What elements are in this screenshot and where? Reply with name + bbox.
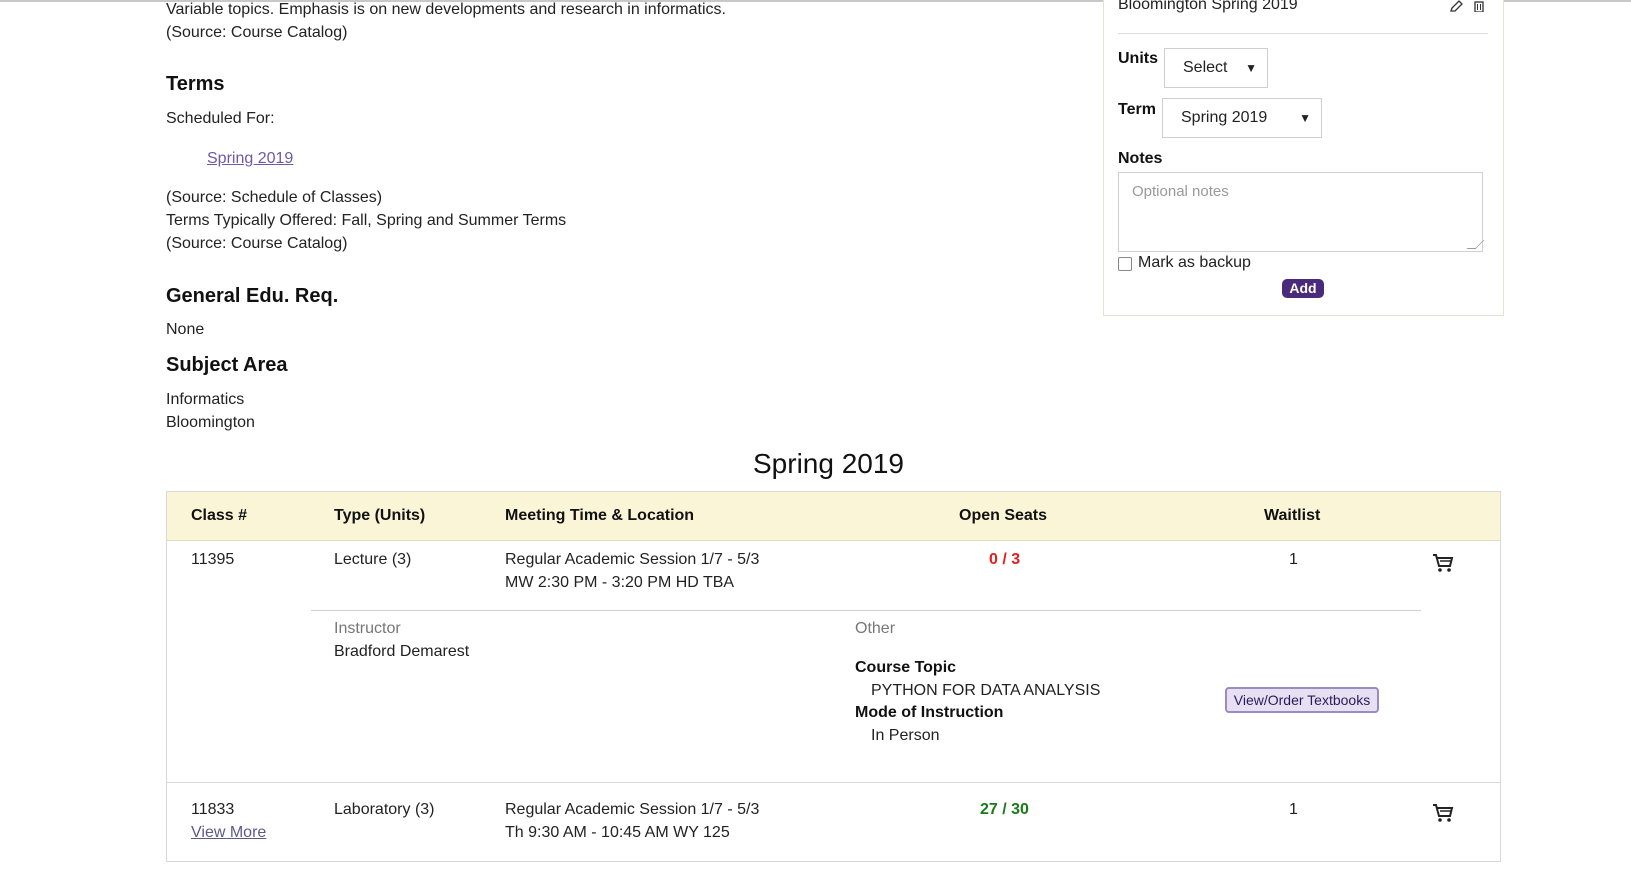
meeting-session: Regular Academic Session 1/7 - 5/3 [505,801,760,818]
header-waitlist: Waitlist [1264,507,1321,524]
meeting-time: MW 2:30 PM - 3:20 PM HD TBA [505,574,735,591]
description-text: Variable topics. Emphasis is on new deve… [166,1,726,18]
course-topic-label: Course Topic [855,659,957,676]
terms-typically-offered: Terms Typically Offered: Fall, Spring an… [166,212,567,229]
mode-label: Mode of Instruction [855,704,1004,721]
class-type: Lecture (3) [334,551,412,568]
backup-checkbox[interactable] [1118,257,1132,271]
trash-icon[interactable] [1473,0,1485,12]
term-select-value: Spring 2019 [1181,109,1268,126]
other-label: Other [855,620,896,637]
units-select[interactable]: Select ▼ [1164,48,1268,88]
waitlist-count: 1 [1289,551,1298,568]
backup-label: Mark as backup [1138,254,1251,271]
notes-placeholder: Optional notes [1132,183,1229,200]
view-textbooks-button[interactable]: View/Order Textbooks [1225,687,1379,713]
cart-icon[interactable] [1432,803,1454,823]
class-number: 11395 [191,551,235,568]
open-seats: 27 / 30 [980,801,1029,818]
subject-heading: Subject Area [166,354,288,376]
cart-icon[interactable] [1432,553,1454,573]
instructor-name: Bradford Demarest [334,643,470,660]
terms-heading: Terms [166,73,225,95]
units-label: Units [1118,50,1158,67]
scheduled-term-link[interactable]: Spring 2019 [207,150,293,168]
term-select[interactable]: Spring 2019 ▼ [1162,98,1322,138]
add-button[interactable]: Add [1282,279,1324,298]
chevron-down-icon: ▼ [1245,61,1257,75]
row-divider [311,610,1421,611]
terms-source-1: (Source: Schedule of Classes) [166,189,383,206]
subject-value-2: Bloomington [166,414,255,431]
terms-source-2: (Source: Course Catalog) [166,235,348,252]
description-source: (Source: Course Catalog) [166,24,348,41]
chevron-down-icon: ▼ [1299,111,1311,125]
notes-textarea[interactable]: Optional notes [1118,172,1485,252]
gened-value: None [166,321,205,338]
instructor-label: Instructor [334,620,401,637]
class-schedule-table: Class # Type (Units) Meeting Time & Loca… [166,491,1501,862]
header-type: Type (Units) [334,507,426,524]
table-header: Class # Type (Units) Meeting Time & Loca… [167,492,1500,541]
view-more-link[interactable]: View More [191,824,266,842]
open-seats: 0 / 3 [989,551,1021,568]
meeting-time: Th 9:30 AM - 10:45 AM WY 125 [505,824,730,841]
header-open-seats: Open Seats [959,507,1048,524]
term-label: Term [1118,101,1156,118]
notes-label: Notes [1118,150,1163,167]
pencil-icon[interactable] [1449,0,1463,12]
units-select-value: Select [1183,59,1228,76]
planner-item-label: Bloomington Spring 2019 [1118,0,1298,13]
gened-heading: General Edu. Req. [166,285,339,307]
course-topic: PYTHON FOR DATA ANALYSIS [871,682,1101,699]
scheduled-label: Scheduled For: [166,110,275,127]
add-to-planner-panel: Bloomington Spring 2019 Units Select ▼ T… [1103,0,1504,316]
subject-value-1: Informatics [166,391,245,408]
header-class-num: Class # [191,507,248,524]
row-separator [167,782,1500,783]
resize-handle[interactable] [1466,240,1485,249]
meeting-session: Regular Academic Session 1/7 - 5/3 [505,551,760,568]
panel-divider [1118,33,1488,34]
class-number: 11833 [191,801,235,818]
class-type: Laboratory (3) [334,801,435,818]
waitlist-count: 1 [1289,801,1298,818]
mode-value: In Person [871,727,940,744]
pencil-icon [1394,0,1404,10]
schedule-title: Spring 2019 [753,448,905,479]
header-meeting: Meeting Time & Location [505,507,695,524]
